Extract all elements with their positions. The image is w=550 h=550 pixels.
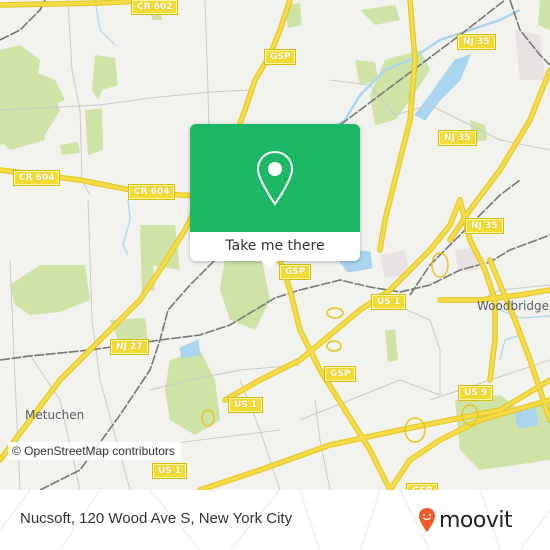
- road-shield-gsp-south: GSP: [323, 366, 357, 382]
- minor-road: [67, 0, 91, 196]
- interchange: [431, 252, 449, 278]
- stream: [499, 334, 521, 361]
- stream: [94, 0, 116, 46]
- place-label-woodbridge: Woodbridge: [477, 299, 549, 313]
- take-me-there-button[interactable]: Take me there: [190, 232, 360, 261]
- railway-line: [409, 179, 521, 296]
- road-shield-cr604-east: CR 604: [127, 184, 176, 200]
- stream: [122, 199, 131, 256]
- park-area: [10, 265, 90, 315]
- road-shield-us9: US 9: [457, 385, 494, 401]
- map-view[interactable]: CR 602 GSP NJ 35 NJ 35 CR 604 CR 604 NJ …: [0, 0, 550, 490]
- park-area: [92, 55, 118, 100]
- park-area: [360, 5, 400, 25]
- road-shield-us1-bottom: US 1: [151, 463, 188, 479]
- minor-road: [394, 304, 441, 395]
- moovit-logo[interactable]: moovit: [418, 500, 513, 540]
- water-body: [179, 339, 201, 359]
- map-attribution[interactable]: © OpenStreetMap contributors: [8, 442, 181, 460]
- park-area: [60, 142, 80, 155]
- popup-pointer: [260, 260, 278, 269]
- footer-bar: Nucsoft, 120 Wood Ave S, New York City m…: [0, 490, 550, 550]
- park-area: [165, 350, 220, 435]
- road-shield-nj35-north: NJ 35: [457, 34, 496, 50]
- road-shield-gsp-north: GSP: [263, 49, 297, 65]
- road-shield-nj27: NJ 27: [110, 339, 149, 355]
- highway-nj35: [378, 0, 417, 252]
- minor-road: [29, 354, 81, 490]
- location-pin-icon: [256, 150, 294, 206]
- road-shield-nj35-south: NJ 35: [465, 218, 504, 234]
- road-shield-us1-west: US 1: [227, 397, 264, 413]
- road-shield-cr604-west: CR 604: [12, 170, 61, 186]
- moovit-wordmark: moovit: [439, 507, 513, 533]
- moovit-smiley-pin-icon: [419, 508, 435, 532]
- road-shield-nj35-mid: NJ 35: [438, 130, 477, 146]
- park-area: [538, 0, 550, 30]
- minor-road: [299, 379, 441, 421]
- place-label-metuchen: Metuchen: [25, 408, 85, 422]
- interchange: [326, 340, 342, 352]
- road-shield-us1-east: US 1: [370, 294, 407, 310]
- park-area: [85, 108, 103, 155]
- popup-header: [190, 124, 360, 232]
- park-area: [0, 110, 45, 150]
- road-shield-gsp-center: GSP: [278, 264, 312, 280]
- location-popup: Take me there: [190, 124, 360, 269]
- park-area: [385, 330, 398, 362]
- location-address: Nucsoft, 120 Wood Ave S, New York City: [20, 510, 293, 527]
- road-shield-cr602: CR 602: [130, 0, 179, 15]
- interchange: [326, 307, 344, 319]
